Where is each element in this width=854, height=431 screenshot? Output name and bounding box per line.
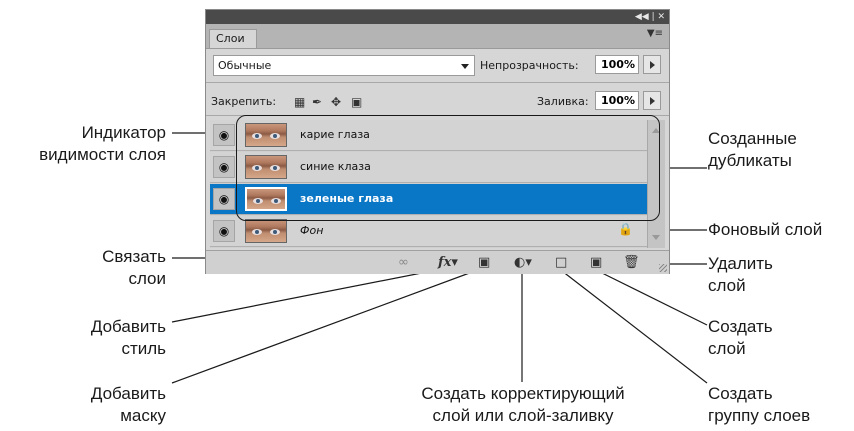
eye-icon[interactable]: ◉ [213,124,235,146]
chevron-down-icon [461,64,469,69]
window-controls[interactable]: ◀◀ | ✕ [635,10,665,24]
annotation-mask: Добавить маску [90,384,166,425]
annotation-group: Создать группу слоев [708,384,811,425]
layer-name: карие глаза [300,128,370,141]
layer-list-scrollbar[interactable] [647,120,665,248]
fill-input[interactable]: 100% [595,91,639,110]
divider [206,82,669,83]
layer-thumbnail [245,155,287,179]
annotation-adjustment: Создать корректирующий слой или слой-зал… [421,384,625,425]
opacity-stepper-button[interactable] [643,55,661,74]
leader-group [561,270,708,384]
fill-stepper-button[interactable] [643,91,661,110]
resize-grip[interactable] [659,264,667,272]
layer-row-background[interactable]: ◉ Фон 🔒 [210,216,647,247]
layer-thumbnail [245,187,287,211]
annotation-create-layer: Создать слой [708,317,773,358]
panel-tabbar: Слои ▼≡ [206,24,669,49]
eye-icon[interactable]: ◉ [213,156,235,178]
layer-row[interactable]: ◉ карие глаза [210,120,647,151]
fx-icon[interactable]: fx▾ [438,255,458,270]
blend-mode-select[interactable]: Обычные [213,55,475,76]
tab-layers[interactable]: Слои [209,29,257,48]
link-icon[interactable]: ∞ [398,255,409,270]
layer-name: Фон [300,224,324,237]
lock-label: Закрепить: [211,95,277,108]
layer-name: синие клаза [300,160,371,173]
lock-icon: 🔒 [618,222,633,236]
lock-move-icon[interactable]: ✥ [331,95,341,109]
layer-thumbnail [245,219,287,243]
layer-row[interactable]: ◉ синие клаза [210,152,647,183]
annotation-visibility: Индикатор видимости слоя [39,123,166,164]
layer-name: зеленые глаза [300,192,394,205]
panel-bottom-toolbar: ∞ fx▾ ▣ ◐▾ □ ▣ 🗑 [206,250,669,274]
eye-icon[interactable]: ◉ [213,188,235,210]
fill-label: Заливка: [537,95,589,108]
leader-create-layer [597,270,708,326]
panel-titlebar: ◀◀ | ✕ [206,10,669,24]
annotation-background: Фоновый слой [708,220,823,239]
mask-icon[interactable]: ▣ [478,255,490,270]
annotation-link: Связать слои [102,247,166,288]
lock-all-icon[interactable]: ▣ [351,95,362,109]
annotation-delete: Удалить слой [708,254,773,295]
new-layer-icon[interactable]: ▣ [590,255,602,270]
annotation-duplicates: Созданные дубликаты [708,129,797,170]
scroll-up-icon[interactable] [652,128,660,133]
panel-menu-icon[interactable]: ▼≡ [647,28,663,39]
opacity-input[interactable]: 100% [595,55,639,74]
blend-mode-value: Обычные [218,59,272,72]
leader-mask [171,267,484,384]
lock-transparent-icon[interactable]: ▦ [294,95,305,109]
scroll-down-icon[interactable] [652,235,660,240]
trash-icon[interactable]: 🗑 [623,255,640,270]
adjustment-icon[interactable]: ◐▾ [514,255,532,270]
folder-icon[interactable]: □ [555,255,567,270]
layer-row-selected[interactable]: ◉ зеленые глаза [210,184,647,215]
lock-brush-icon[interactable]: ✒ [312,95,322,109]
divider [206,115,669,116]
layer-list: ◉ карие глаза ◉ синие клаза ◉ зеленые гл… [210,120,647,248]
opacity-label: Непрозрачность: [480,59,579,72]
leader-style [171,267,448,323]
layers-panel: ◀◀ | ✕ Слои ▼≡ Обычные Непрозрачность: 1… [205,9,670,274]
layer-thumbnail [245,123,287,147]
annotation-style: Добавить стиль [90,317,166,358]
eye-icon[interactable]: ◉ [213,220,235,242]
